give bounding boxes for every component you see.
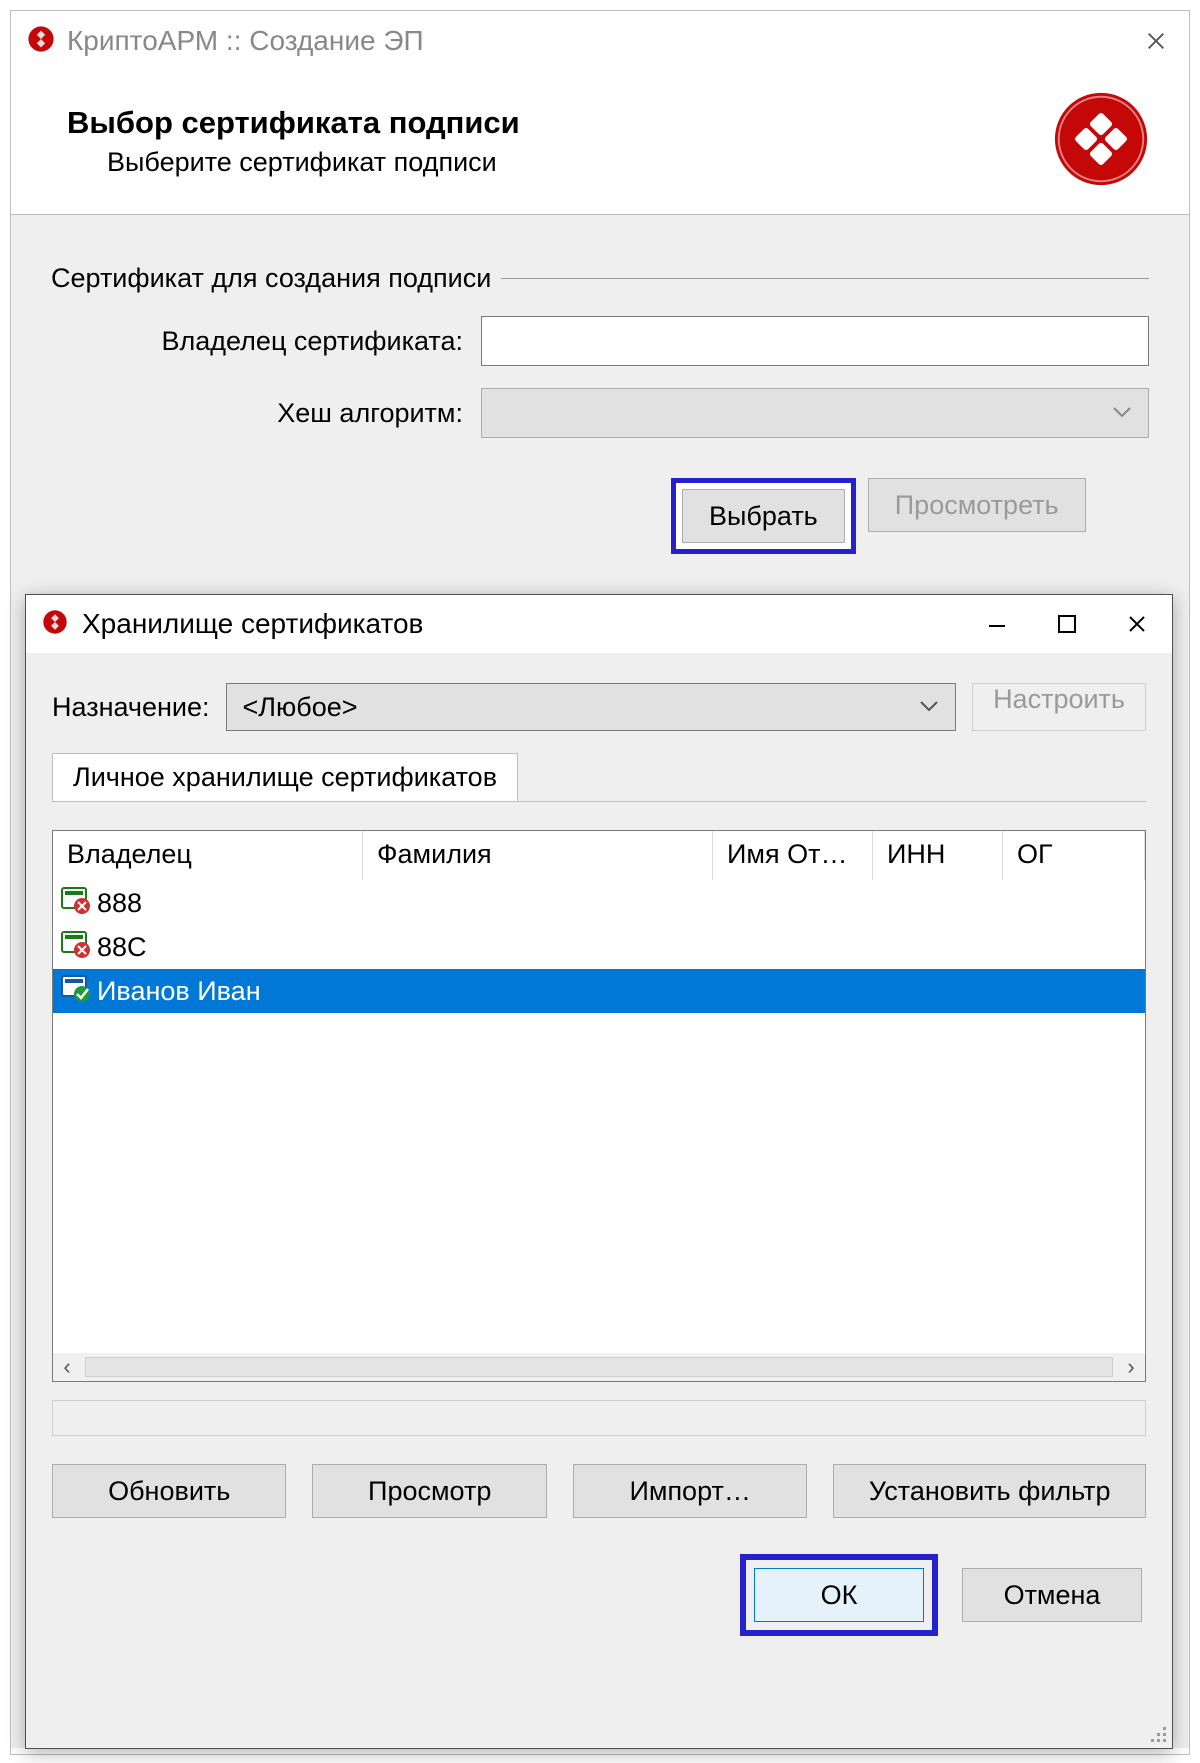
cert-owner-label: Владелец сертификата:: [51, 326, 481, 357]
purpose-label: Назначение:: [52, 692, 210, 723]
modal-title: Хранилище сертификатов: [82, 608, 962, 640]
status-bar: [52, 1400, 1146, 1436]
grid-rows: 888 88С Иванов Иван: [53, 881, 1145, 1353]
refresh-button[interactable]: Обновить: [52, 1464, 286, 1518]
cert-owner-cell: 888: [97, 888, 142, 919]
main-window-title: КриптоАРМ :: Создание ЭП: [67, 25, 1123, 57]
scroll-track[interactable]: [85, 1357, 1113, 1377]
ok-button[interactable]: ОК: [754, 1568, 924, 1622]
chevron-down-icon: [1112, 406, 1132, 420]
close-button[interactable]: [1123, 11, 1189, 71]
preview-button[interactable]: Просмотр: [312, 1464, 546, 1518]
cert-owner-input[interactable]: [481, 316, 1149, 366]
horizontal-scrollbar[interactable]: ‹ ›: [53, 1353, 1145, 1381]
chevron-down-icon: [919, 700, 939, 714]
wizard-header: Выбор сертификата подписи Выберите серти…: [11, 71, 1189, 215]
configure-button: Настроить: [972, 683, 1146, 731]
brand-logo-icon: [1053, 91, 1149, 192]
cert-status-icon: [61, 930, 91, 965]
choose-button[interactable]: Выбрать: [682, 489, 845, 543]
wizard-subtitle: Выберите сертификат подписи: [67, 147, 1053, 178]
modal-close-button[interactable]: [1102, 595, 1172, 653]
purpose-select[interactable]: <Любое>: [226, 683, 957, 731]
table-row[interactable]: 88С: [53, 925, 1145, 969]
cert-store-modal: Хранилище сертификатов Назначение: <Любо…: [25, 594, 1173, 1749]
cert-status-icon: [61, 974, 91, 1009]
set-filter-button[interactable]: Установить фильтр: [833, 1464, 1146, 1518]
table-row[interactable]: 888: [53, 881, 1145, 925]
purpose-value: <Любое>: [243, 692, 358, 723]
col-ogr[interactable]: ОГ: [1003, 831, 1145, 880]
modal-app-icon: [42, 609, 68, 640]
cancel-button[interactable]: Отмена: [962, 1568, 1142, 1622]
minimize-button[interactable]: [962, 595, 1032, 653]
hash-algo-label: Хеш алгоритм:: [51, 398, 481, 429]
cert-list: Владелец Фамилия Имя От… ИНН ОГ 888 88С Ив…: [52, 830, 1146, 1382]
grid-header: Владелец Фамилия Имя От… ИНН ОГ: [53, 831, 1145, 881]
cert-status-icon: [61, 886, 91, 921]
app-icon: [27, 25, 55, 58]
col-owner[interactable]: Владелец: [53, 831, 363, 880]
resize-grip-icon[interactable]: [1150, 1726, 1168, 1744]
ok-button-highlight: ОК: [740, 1554, 938, 1636]
wizard-title: Выбор сертификата подписи: [67, 105, 1053, 141]
main-titlebar: КриптоАРМ :: Создание ЭП: [11, 11, 1189, 71]
hash-algo-select[interactable]: [481, 388, 1149, 438]
import-button[interactable]: Импорт…: [573, 1464, 807, 1518]
maximize-button[interactable]: [1032, 595, 1102, 653]
fieldset-legend: Сертификат для создания подписи: [51, 263, 501, 294]
scroll-right-icon[interactable]: ›: [1117, 1353, 1145, 1381]
tab-strip: Личное хранилище сертификатов: [52, 753, 1146, 802]
modal-titlebar: Хранилище сертификатов: [26, 595, 1172, 653]
cert-owner-cell: Иванов Иван: [97, 976, 261, 1007]
tab-personal-store[interactable]: Личное хранилище сертификатов: [52, 753, 518, 801]
col-surname[interactable]: Фамилия: [363, 831, 713, 880]
view-button: Просмотреть: [868, 478, 1086, 532]
signature-cert-fieldset: Сертификат для создания подписи Владелец…: [51, 263, 1149, 554]
cert-owner-cell: 88С: [97, 932, 147, 963]
table-row[interactable]: Иванов Иван: [53, 969, 1145, 1013]
scroll-left-icon[interactable]: ‹: [53, 1353, 81, 1381]
choose-button-highlight: Выбрать: [671, 478, 856, 554]
col-name[interactable]: Имя От…: [713, 831, 873, 880]
col-inn[interactable]: ИНН: [873, 831, 1003, 880]
